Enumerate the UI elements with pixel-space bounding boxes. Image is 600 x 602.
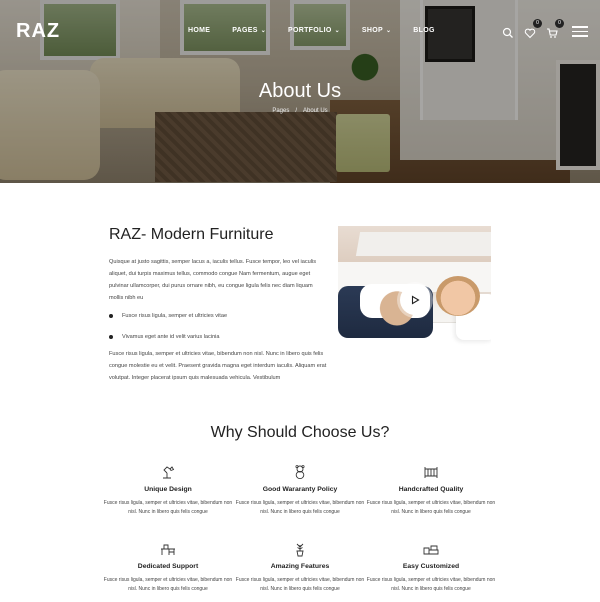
nav-item-portfolio[interactable]: PORTFOLIO ⌄ xyxy=(288,27,340,34)
crib-icon xyxy=(423,464,439,480)
nav-label: PORTFOLIO xyxy=(288,27,332,34)
feature-customized: Easy Customized Fusce risus ligula, semp… xyxy=(366,541,496,594)
feature-text: Fusce risus ligula, semper et ultricies … xyxy=(366,500,496,515)
about-paragraph: Quisque at justo sagittis, semper lacus … xyxy=(109,259,317,301)
nav-item-home[interactable]: HOME xyxy=(188,27,210,34)
wishlist-button[interactable]: 0 xyxy=(524,19,542,39)
breadcrumb-link-pages[interactable]: Pages xyxy=(272,108,289,114)
menu-icon[interactable] xyxy=(572,26,588,37)
about-paragraph: Fusce risus ligula, semper et ultricies … xyxy=(109,351,327,381)
search-icon[interactable] xyxy=(502,26,514,38)
about-video-thumbnail[interactable] xyxy=(338,226,491,376)
play-icon xyxy=(411,295,420,305)
nav-item-shop[interactable]: SHOP ⌄ xyxy=(362,27,391,34)
feature-handcrafted: Handcrafted Quality Fusce risus ligula, … xyxy=(366,464,496,517)
wishlist-count-badge: 0 xyxy=(533,19,542,28)
nav-label: PAGES xyxy=(232,27,258,34)
play-button[interactable] xyxy=(400,285,430,315)
feature-text: Fusce risus ligula, semper et ultricies … xyxy=(235,500,365,515)
teddy-bear-icon xyxy=(292,464,308,480)
feature-title: Amazing Features xyxy=(270,563,330,570)
bullet-text: Fusce risus ligula, semper et ultricies … xyxy=(122,312,228,319)
breadcrumb-current: About Us xyxy=(303,108,328,114)
chevron-down-icon: ⌄ xyxy=(334,28,340,34)
feature-title: Dedicated Support xyxy=(137,563,199,570)
about-title: RAZ- Modern Furniture xyxy=(109,226,274,243)
breadcrumb: Pages / About Us xyxy=(0,108,600,114)
feature-title: Handcrafted Quality xyxy=(398,486,464,493)
main-nav: HOME PAGES ⌄ PORTFOLIO ⌄ SHOP ⌄ BLOG xyxy=(188,27,457,34)
feature-support: Dedicated Support Fusce risus ligula, se… xyxy=(103,541,233,594)
feature-title: Easy Customized xyxy=(402,563,460,570)
feature-unique-design: Unique Design Fusce risus ligula, semper… xyxy=(103,464,233,517)
plant-icon xyxy=(292,541,308,557)
section-title: Why Should Choose Us? xyxy=(210,424,390,441)
feature-text: Fusce risus ligula, semper et ultricies … xyxy=(103,500,233,515)
feature-warranty: Good Wararanty Policy Fusce risus ligula… xyxy=(235,464,365,517)
chevron-down-icon: ⌄ xyxy=(260,28,267,34)
chevron-down-icon: ⌄ xyxy=(385,28,392,34)
list-item: Vivamus eget ante id velit varius lacini… xyxy=(109,326,227,347)
feature-title: Good Wararanty Policy xyxy=(262,486,338,493)
breadcrumb-separator: / xyxy=(295,108,297,114)
feature-text: Fusce risus ligula, semper et ultricies … xyxy=(103,577,233,592)
sofa-icon xyxy=(423,541,439,557)
bullet-text: Vivamus eget ante id velit varius lacini… xyxy=(122,333,220,340)
feature-text: Fusce risus ligula, semper et ultricies … xyxy=(235,577,365,592)
bullet-dot xyxy=(109,313,113,318)
nav-label: SHOP xyxy=(361,27,383,34)
page-title: About Us xyxy=(258,80,342,102)
lamp-icon xyxy=(160,464,176,480)
nav-item-pages[interactable]: PAGES ⌄ xyxy=(232,27,266,34)
bullet-dot xyxy=(109,334,113,339)
hero-banner: RAZ HOME PAGES ⌄ PORTFOLIO ⌄ SHOP ⌄ BLOG 0 … xyxy=(0,0,600,183)
site-logo[interactable]: RAZ xyxy=(16,20,60,43)
nav-label: HOME xyxy=(188,27,211,34)
nav-label: BLOG xyxy=(413,27,435,34)
heart-icon xyxy=(524,28,536,39)
cart-icon xyxy=(547,28,558,38)
list-item: Fusce risus ligula, semper et ultricies … xyxy=(109,305,227,326)
header-tools: 0 0 xyxy=(502,19,564,39)
feature-text: Fusce risus ligula, semper et ultricies … xyxy=(366,577,496,592)
feature-title: Unique Design xyxy=(144,486,192,493)
desk-icon xyxy=(160,541,176,557)
about-bullets: Fusce risus ligula, semper et ultricies … xyxy=(109,305,227,347)
nav-item-blog[interactable]: BLOG xyxy=(413,27,434,34)
cart-button[interactable]: 0 xyxy=(546,19,564,38)
feature-amazing: Amazing Features Fusce risus ligula, sem… xyxy=(235,541,365,594)
cart-count-badge: 0 xyxy=(555,19,564,28)
